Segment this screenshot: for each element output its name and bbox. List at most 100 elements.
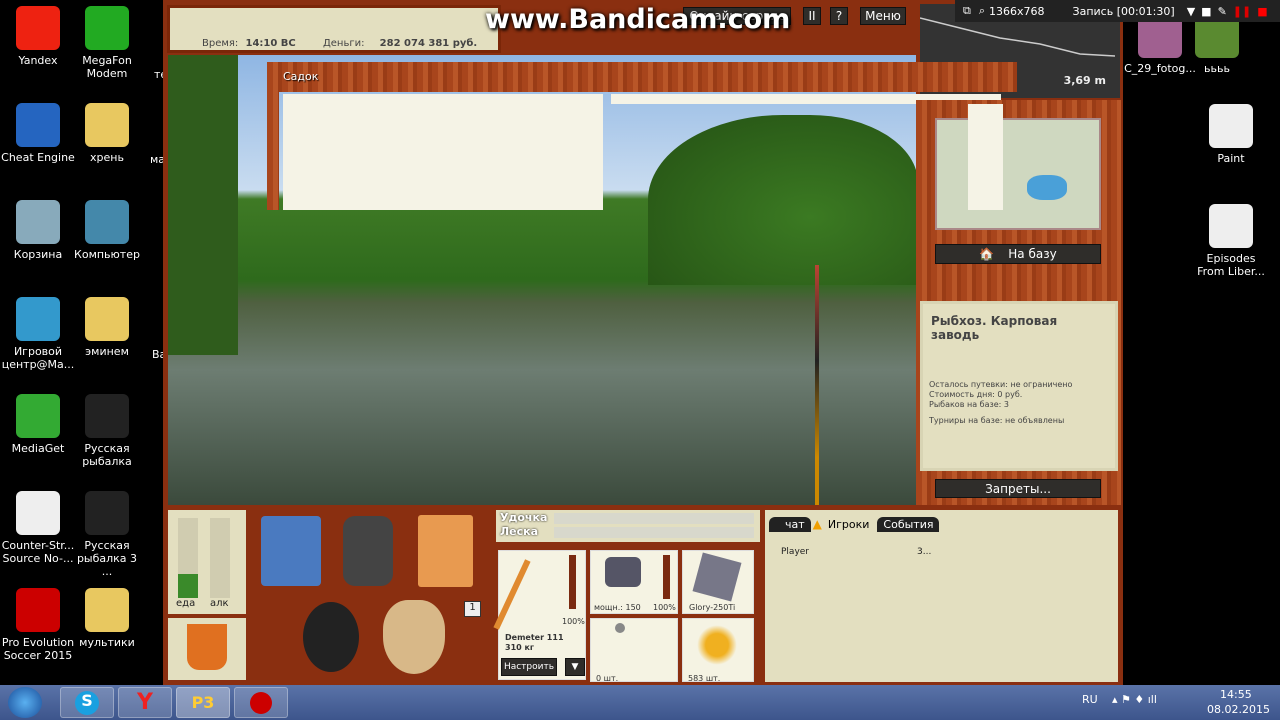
pencil-icon[interactable]: ✎	[1218, 5, 1227, 18]
megafon-icon	[85, 6, 129, 50]
desktop-icon[interactable]: Русская рыбалка 3 ...	[70, 491, 144, 578]
tickets-info: Осталось путевки: не ограничено	[929, 380, 1073, 389]
rod-tension-bar	[554, 513, 754, 524]
bans-button[interactable]: Запреты...	[935, 479, 1101, 498]
fishing-rod[interactable]	[815, 265, 819, 505]
recycle-bin-icon	[16, 200, 60, 244]
clock-date[interactable]: 08.02.2015	[1207, 703, 1270, 716]
depth-value: 3,69 m	[1063, 74, 1106, 87]
bait-count: 583 шт.	[688, 674, 721, 683]
tournaments-info: Турниры на базе: не объявлены	[929, 416, 1065, 425]
reel-slot[interactable]: мощн.: 150 100%	[590, 550, 678, 614]
desktop-icon[interactable]: эминем	[70, 297, 144, 358]
rod-weight: 310 кг	[505, 643, 535, 652]
rr3-icon	[85, 394, 129, 438]
notebook-icon[interactable]	[418, 515, 473, 587]
dropdown-icon[interactable]: ▼	[1187, 5, 1195, 18]
game-window: Время: 14:10 ВС Деньги: 282 074 381 руб.…	[163, 0, 1123, 685]
to-base-label: На базу	[1008, 247, 1057, 261]
start-button[interactable]	[8, 687, 42, 718]
taskbar-rr3[interactable]: P3	[176, 687, 230, 718]
rod-name: Demeter 111	[505, 633, 564, 642]
to-base-button[interactable]: 🏠 На базу	[935, 244, 1101, 264]
desktop-icon-label: Counter-Str... Source No-...	[1, 539, 75, 565]
tree	[168, 55, 238, 355]
desktop-icon-label: Игровой центр@Ma...	[1, 345, 75, 371]
folder-icon	[85, 103, 129, 147]
mediaget-icon	[16, 394, 60, 438]
cauldron-icon[interactable]	[303, 602, 359, 672]
tension-panel: Удочка Леска	[496, 510, 760, 542]
tray-icons[interactable]: ▴ ⚑ ♦ ıll	[1112, 693, 1157, 706]
help-button[interactable]: ?	[830, 7, 848, 25]
camera-icon[interactable]: ■	[1201, 5, 1211, 18]
bucket-icon[interactable]	[168, 618, 246, 680]
reel-durability: 100%	[653, 603, 676, 612]
tab-chat[interactable]: чат	[769, 517, 811, 532]
keepnet-title: Садок	[283, 70, 319, 83]
dropdown-button[interactable]: ▼	[565, 658, 585, 676]
trees	[648, 115, 916, 285]
tab-events[interactable]: События	[877, 517, 940, 532]
desktop-icon[interactable]: Cheat Engine	[1, 103, 75, 164]
bandicam-watermark: www.Bandicam.com	[485, 4, 791, 35]
desktop-icon[interactable]: Русская рыбалка	[70, 394, 144, 468]
time-label: Время:	[202, 38, 239, 49]
hook-slot[interactable]: 0 шт.	[590, 618, 678, 683]
backpack-icon[interactable]	[343, 516, 393, 586]
taskbar-skype[interactable]: S	[60, 687, 114, 718]
desktop-icon[interactable]: ьььь	[1180, 14, 1254, 75]
tab-players[interactable]: Игроки	[822, 517, 876, 532]
desktop-icon[interactable]: Yandex	[1, 6, 75, 67]
keepnet-slot	[968, 104, 1003, 210]
desktop-icon[interactable]: Counter-Str... Source No-...	[1, 491, 75, 565]
keepnet-bag-icon[interactable]	[383, 600, 445, 674]
taskbar-yandex[interactable]: Y	[118, 687, 172, 718]
desktop-icon[interactable]: Компьютер	[70, 200, 144, 261]
desktop-icon[interactable]: MegaFon Modem	[70, 6, 144, 80]
pause-icon[interactable]: ❚❚	[1233, 5, 1251, 18]
rod-slot[interactable]: 100% Demeter 111 310 кг Настроить ▼	[493, 550, 586, 680]
desktop-icon-label: MegaFon Modem	[82, 54, 132, 80]
desktop-icon-label: Paint	[1217, 152, 1245, 165]
search-icon[interactable]: ⌕	[979, 4, 985, 18]
clock-time[interactable]: 14:55	[1220, 688, 1252, 701]
paint-icon	[1209, 104, 1253, 148]
desktop-icon[interactable]: Episodes From Liber...	[1194, 204, 1268, 278]
rod-durability: 100%	[562, 617, 585, 626]
menu-button[interactable]: Меню	[860, 7, 906, 25]
list-item[interactable]: Player 3...	[781, 547, 1101, 557]
pause-button[interactable]: II	[803, 7, 821, 25]
stop-icon[interactable]: ■	[1257, 5, 1267, 18]
food-label: еда	[176, 598, 196, 609]
desktop-icon[interactable]: Корзина	[1, 200, 75, 261]
desktop-icon[interactable]: MediaGet	[1, 394, 75, 455]
lake-shape	[1027, 175, 1067, 200]
desktop-icon[interactable]: Игровой центр@Ma...	[1, 297, 75, 371]
rod-label: Удочка	[500, 511, 548, 524]
pes-icon	[16, 588, 60, 632]
needs-panel: еда алк	[168, 510, 246, 614]
desktop-icon-label: Компьютер	[74, 248, 140, 261]
reel-power: мощн.: 150	[594, 603, 641, 612]
taskbar-bandicam[interactable]	[234, 687, 288, 718]
player-name: Player	[781, 547, 810, 557]
desktop-icon[interactable]: Paint	[1194, 104, 1268, 165]
line-slot[interactable]: Glory-250Ti	[682, 550, 754, 614]
folder-icon	[85, 588, 129, 632]
tackle-box-icon[interactable]	[261, 516, 321, 586]
desktop-icon[interactable]: хрень	[70, 103, 144, 164]
hook-icon	[615, 623, 625, 633]
desktop-icon[interactable]: Pro Evolution Soccer 2015	[1, 588, 75, 662]
language-indicator[interactable]: RU	[1082, 693, 1098, 706]
desktop-icon[interactable]: мультики	[70, 588, 144, 649]
window-icon[interactable]: ⧉	[963, 4, 971, 18]
house-icon: 🏠	[979, 247, 995, 261]
desktop-icon-label: MediaGet	[11, 442, 65, 455]
bait-slot[interactable]: 583 шт.	[682, 618, 754, 683]
counter-strike-icon	[16, 491, 60, 535]
resolution-label: 1366x768	[989, 4, 1045, 18]
map-icon[interactable]	[935, 118, 1101, 230]
game-center-icon	[16, 297, 60, 341]
setup-button[interactable]: Настроить	[501, 658, 557, 676]
